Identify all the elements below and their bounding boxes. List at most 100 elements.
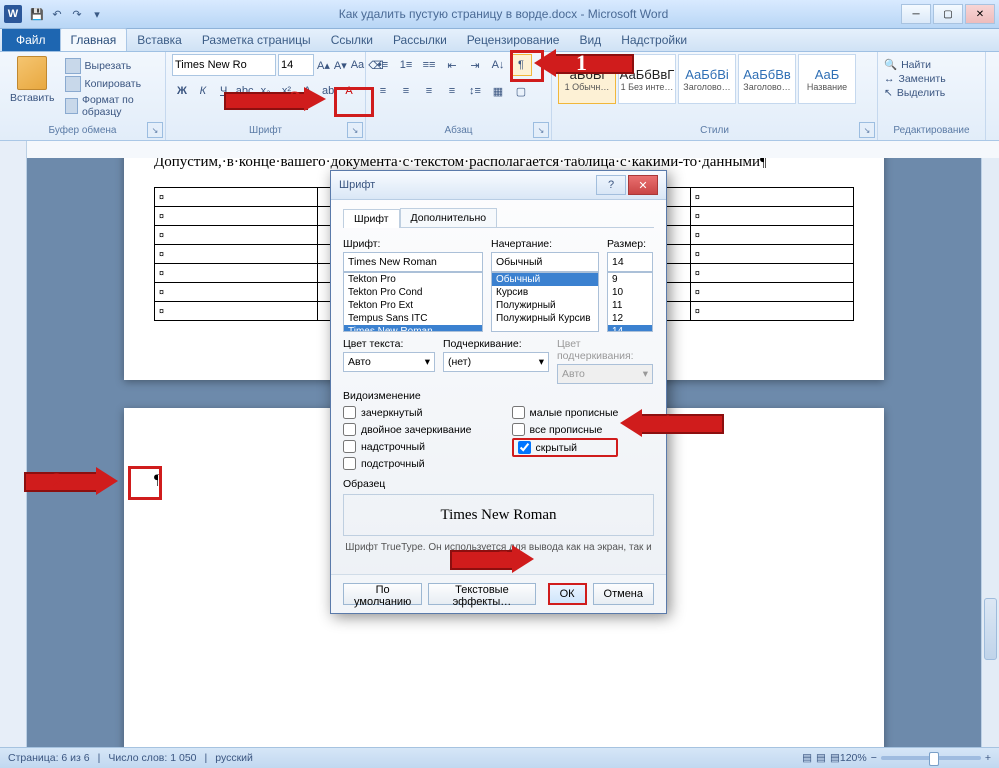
list-item[interactable]: 11 (608, 299, 652, 312)
font-launcher[interactable]: ↘ (347, 122, 363, 138)
italic-icon[interactable]: К (193, 80, 213, 102)
dialog-tab-advanced[interactable]: Дополнительно (400, 208, 498, 227)
zoom-thumb[interactable] (929, 752, 939, 766)
grow-font-icon[interactable]: A▴ (316, 54, 331, 76)
change-case-icon[interactable]: Aa (350, 54, 365, 76)
zoom-slider[interactable] (881, 756, 981, 760)
list-item[interactable]: 9 (608, 273, 652, 286)
vertical-scrollbar[interactable] (981, 158, 999, 748)
list-item[interactable]: Tekton Pro Cond (344, 286, 482, 299)
status-language[interactable]: русский (215, 752, 253, 764)
font-size-select[interactable] (278, 54, 314, 76)
list-item[interactable]: Times New Roman (344, 325, 482, 332)
sort-icon[interactable]: A↓ (487, 54, 509, 76)
list-item[interactable]: Полужирный (492, 299, 598, 312)
copy-button[interactable]: Копировать (65, 76, 159, 92)
dialog-help-button[interactable]: ? (596, 175, 626, 195)
tab-home[interactable]: Главная (60, 28, 128, 51)
dialog-tab-font[interactable]: Шрифт (343, 209, 400, 228)
format-painter-button[interactable]: Формат по образцу (65, 94, 159, 118)
vertical-ruler[interactable] (0, 158, 27, 748)
style-heading1[interactable]: АаБбВіЗаголово… (678, 54, 736, 104)
size-listbox[interactable]: 9 10 11 12 14 (607, 272, 653, 332)
bullets-icon[interactable]: •≡ (372, 54, 394, 76)
chk-subscript[interactable]: подстрочный (343, 455, 472, 472)
tab-layout[interactable]: Разметка страницы (192, 29, 321, 51)
dialog-title-bar[interactable]: Шрифт ? ✕ (331, 171, 666, 200)
close-button[interactable]: ✕ (965, 4, 995, 24)
view-read-icon[interactable]: ▤ (816, 752, 826, 764)
save-icon[interactable]: 💾 (28, 5, 46, 23)
cut-button[interactable]: Вырезать (65, 58, 159, 74)
paste-button[interactable]: Вставить (6, 54, 59, 118)
list-item[interactable]: 10 (608, 286, 652, 299)
style-heading2[interactable]: АаБбВвЗаголово… (738, 54, 796, 104)
list-item[interactable]: Tekton Pro (344, 273, 482, 286)
multilevel-icon[interactable]: ≡≡ (418, 54, 440, 76)
list-item[interactable]: Полужирный Курсив (492, 312, 598, 325)
list-item[interactable]: 12 (608, 312, 652, 325)
qat-more-icon[interactable]: ▾ (88, 5, 106, 23)
zoom-out-icon[interactable]: − (871, 752, 877, 764)
default-button[interactable]: По умолчанию (343, 583, 422, 605)
list-item[interactable]: 14 (608, 325, 652, 332)
tab-insert[interactable]: Вставка (127, 29, 192, 51)
replace-button[interactable]: ↔Заменить (884, 73, 979, 85)
redo-icon[interactable]: ↷ (68, 5, 86, 23)
style-listbox[interactable]: Обычный Курсив Полужирный Полужирный Кур… (491, 272, 599, 332)
minimize-button[interactable]: ─ (901, 4, 931, 24)
tab-references[interactable]: Ссылки (321, 29, 383, 51)
line-spacing-icon[interactable]: ↕≡ (464, 80, 486, 102)
chk-hidden[interactable]: скрытый (512, 438, 619, 457)
view-print-icon[interactable]: ▤ (802, 752, 812, 764)
status-page[interactable]: Страница: 6 из 6 (8, 752, 90, 764)
text-effects-button[interactable]: Текстовые эффекты… (428, 583, 535, 605)
paragraph-launcher[interactable]: ↘ (533, 122, 549, 138)
chk-double-strike[interactable]: двойное зачеркивание (343, 421, 472, 438)
zoom-control[interactable]: 120% − + (840, 752, 991, 764)
list-item[interactable]: Обычный (492, 273, 598, 286)
zoom-in-icon[interactable]: + (985, 752, 991, 764)
select-button[interactable]: ↖Выделить (884, 87, 979, 99)
clipboard-launcher[interactable]: ↘ (147, 122, 163, 138)
find-button[interactable]: 🔍Найти (884, 58, 979, 71)
tab-addins[interactable]: Надстройки (611, 29, 697, 51)
view-web-icon[interactable]: ▤ (830, 752, 840, 764)
font-style-input[interactable] (491, 252, 599, 272)
indent-icon[interactable]: ⇥ (464, 54, 486, 76)
numbering-icon[interactable]: 1≡ (395, 54, 417, 76)
ok-button[interactable]: ОК (548, 583, 587, 605)
chk-allcaps[interactable]: все прописные (512, 421, 619, 438)
cancel-button[interactable]: Отмена (593, 583, 654, 605)
bold-icon[interactable]: Ж (172, 80, 192, 102)
justify-icon[interactable]: ≡ (441, 80, 463, 102)
font-name-input[interactable] (343, 252, 483, 272)
borders-icon[interactable]: ▢ (510, 80, 532, 102)
font-name-select[interactable] (172, 54, 276, 76)
status-words[interactable]: Число слов: 1 050 (108, 752, 196, 764)
chk-superscript[interactable]: надстрочный (343, 438, 472, 455)
align-right-icon[interactable]: ≡ (418, 80, 440, 102)
list-item[interactable]: Tekton Pro Ext (344, 299, 482, 312)
align-center-icon[interactable]: ≡ (395, 80, 417, 102)
chk-strike[interactable]: зачеркнутый (343, 404, 472, 421)
tab-view[interactable]: Вид (569, 29, 611, 51)
chk-smallcaps[interactable]: малые прописные (512, 404, 619, 421)
tab-mailings[interactable]: Рассылки (383, 29, 457, 51)
file-tab[interactable]: Файл (2, 29, 60, 51)
shrink-font-icon[interactable]: A▾ (333, 54, 348, 76)
outdent-icon[interactable]: ⇤ (441, 54, 463, 76)
undo-icon[interactable]: ↶ (48, 5, 66, 23)
shading-icon[interactable]: ▦ (487, 80, 509, 102)
styles-launcher[interactable]: ↘ (859, 122, 875, 138)
list-item[interactable]: Tempus Sans ITC (344, 312, 482, 325)
maximize-button[interactable]: ▢ (933, 4, 963, 24)
font-color-select[interactable]: Авто▾ (343, 352, 435, 372)
dialog-close-button[interactable]: ✕ (628, 175, 658, 195)
align-left-icon[interactable]: ≡ (372, 80, 394, 102)
style-title[interactable]: АаБНазвание (798, 54, 856, 104)
horizontal-ruler[interactable] (27, 141, 999, 159)
font-size-input[interactable] (607, 252, 653, 272)
underline-select[interactable]: (нет)▾ (443, 352, 549, 372)
tab-review[interactable]: Рецензирование (457, 29, 570, 51)
